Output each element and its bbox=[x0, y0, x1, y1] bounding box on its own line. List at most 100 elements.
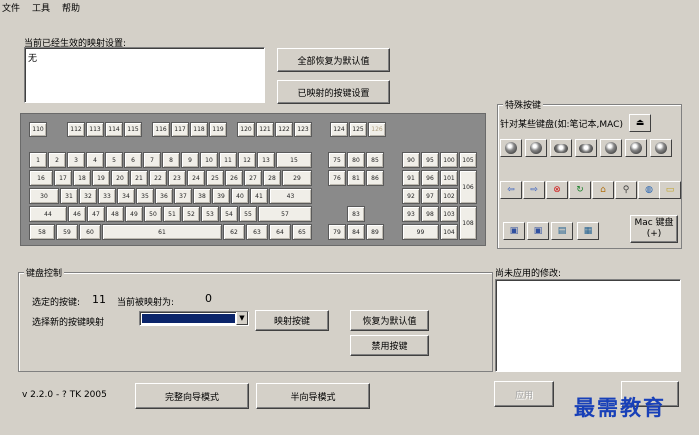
key[interactable]: 43 bbox=[269, 188, 312, 204]
calculator-button[interactable]: ▦ bbox=[577, 222, 599, 240]
key[interactable]: 53 bbox=[201, 206, 219, 222]
key[interactable]: 63 bbox=[246, 224, 268, 240]
key[interactable]: 89 bbox=[366, 224, 384, 240]
new-mapping-select[interactable]: ▼ bbox=[139, 311, 249, 326]
media-key-2[interactable] bbox=[525, 139, 547, 157]
key[interactable]: 98 bbox=[421, 206, 439, 222]
key[interactable]: 13 bbox=[257, 152, 275, 168]
key[interactable]: 83 bbox=[347, 206, 365, 222]
key[interactable]: 11 bbox=[219, 152, 237, 168]
key[interactable]: 81 bbox=[347, 170, 365, 186]
media-key-5[interactable] bbox=[600, 139, 622, 157]
restore-default-button[interactable]: 恢复为默认值 bbox=[350, 310, 429, 331]
key[interactable]: 47 bbox=[87, 206, 105, 222]
key[interactable]: 26 bbox=[225, 170, 243, 186]
key[interactable]: 64 bbox=[269, 224, 291, 240]
key[interactable]: 102 bbox=[440, 188, 458, 204]
key[interactable]: 120 bbox=[237, 122, 255, 137]
key[interactable]: 57 bbox=[258, 206, 312, 222]
key[interactable]: 110 bbox=[29, 122, 47, 137]
favorites-button[interactable]: ◍ bbox=[638, 181, 660, 199]
key[interactable]: 108 bbox=[459, 206, 477, 240]
app-key-2[interactable]: ▣ bbox=[527, 222, 549, 240]
key[interactable]: 91 bbox=[402, 170, 420, 186]
key[interactable]: 99 bbox=[402, 224, 439, 240]
key[interactable]: 61 bbox=[102, 224, 222, 240]
key[interactable]: 106 bbox=[459, 170, 477, 204]
menu-help[interactable]: 帮助 bbox=[62, 1, 80, 14]
key[interactable]: 16 bbox=[29, 170, 53, 186]
key[interactable]: 44 bbox=[29, 206, 67, 222]
key[interactable]: 115 bbox=[124, 122, 142, 137]
folder-button[interactable]: ▭ bbox=[659, 181, 681, 199]
menu-tools[interactable]: 工具 bbox=[32, 1, 50, 14]
browser-stop-button[interactable]: ⊗ bbox=[546, 181, 568, 199]
key[interactable]: 28 bbox=[263, 170, 281, 186]
key[interactable]: 126 bbox=[368, 122, 386, 137]
key[interactable]: 22 bbox=[149, 170, 167, 186]
key[interactable]: 21 bbox=[130, 170, 148, 186]
key[interactable]: 39 bbox=[212, 188, 230, 204]
browser-refresh-button[interactable]: ↻ bbox=[569, 181, 591, 199]
key[interactable]: 24 bbox=[187, 170, 205, 186]
key[interactable]: 35 bbox=[136, 188, 154, 204]
key[interactable]: 27 bbox=[244, 170, 262, 186]
key[interactable]: 90 bbox=[402, 152, 420, 168]
mapped-settings-button[interactable]: 已映射的按键设置 bbox=[277, 80, 390, 104]
key[interactable]: 36 bbox=[155, 188, 173, 204]
key[interactable]: 17 bbox=[54, 170, 72, 186]
key[interactable]: 119 bbox=[209, 122, 227, 137]
key[interactable]: 7 bbox=[143, 152, 161, 168]
key[interactable]: 93 bbox=[402, 206, 420, 222]
media-key-7[interactable] bbox=[650, 139, 672, 157]
key[interactable]: 40 bbox=[231, 188, 249, 204]
key[interactable]: 49 bbox=[125, 206, 143, 222]
browser-back-button[interactable]: ⇦ bbox=[500, 181, 522, 199]
menu-file[interactable]: 文件 bbox=[2, 1, 20, 14]
key[interactable]: 124 bbox=[330, 122, 348, 137]
media-key-4[interactable] bbox=[575, 139, 597, 157]
browser-forward-button[interactable]: ⇨ bbox=[523, 181, 545, 199]
key[interactable]: 5 bbox=[105, 152, 123, 168]
key[interactable]: 123 bbox=[294, 122, 312, 137]
key[interactable]: 8 bbox=[162, 152, 180, 168]
key[interactable]: 54 bbox=[220, 206, 238, 222]
key[interactable]: 65 bbox=[292, 224, 312, 240]
key[interactable]: 113 bbox=[86, 122, 104, 137]
key[interactable]: 1 bbox=[29, 152, 47, 168]
eject-button[interactable]: ⏏ bbox=[629, 114, 651, 132]
key[interactable]: 80 bbox=[347, 152, 365, 168]
key[interactable]: 18 bbox=[73, 170, 91, 186]
key[interactable]: 121 bbox=[256, 122, 274, 137]
disable-key-button[interactable]: 禁用按键 bbox=[350, 335, 429, 356]
apply-button[interactable]: 应用 bbox=[494, 381, 554, 407]
key[interactable]: 10 bbox=[200, 152, 218, 168]
key[interactable]: 114 bbox=[105, 122, 123, 137]
key[interactable]: 75 bbox=[328, 152, 346, 168]
key[interactable]: 12 bbox=[238, 152, 256, 168]
key[interactable]: 55 bbox=[239, 206, 257, 222]
key[interactable]: 92 bbox=[402, 188, 420, 204]
key[interactable]: 2 bbox=[48, 152, 66, 168]
media-key-6[interactable] bbox=[625, 139, 647, 157]
key[interactable]: 20 bbox=[111, 170, 129, 186]
my-computer-button[interactable]: ▤ bbox=[551, 222, 573, 240]
key[interactable]: 112 bbox=[67, 122, 85, 137]
key[interactable]: 58 bbox=[29, 224, 55, 240]
dropdown-arrow-icon[interactable]: ▼ bbox=[236, 312, 248, 325]
key[interactable]: 100 bbox=[440, 152, 458, 168]
key[interactable]: 117 bbox=[171, 122, 189, 137]
key[interactable]: 122 bbox=[275, 122, 293, 137]
key[interactable]: 33 bbox=[98, 188, 116, 204]
key[interactable]: 15 bbox=[276, 152, 312, 168]
browser-home-button[interactable]: ⌂ bbox=[592, 181, 614, 199]
key[interactable]: 96 bbox=[421, 170, 439, 186]
search-button[interactable]: ⚲ bbox=[615, 181, 637, 199]
key[interactable]: 62 bbox=[223, 224, 245, 240]
pending-changes-list[interactable] bbox=[495, 279, 681, 372]
key[interactable]: 85 bbox=[366, 152, 384, 168]
key[interactable]: 31 bbox=[60, 188, 78, 204]
key[interactable]: 118 bbox=[190, 122, 208, 137]
media-key-3[interactable] bbox=[550, 139, 572, 157]
key[interactable]: 125 bbox=[349, 122, 367, 137]
